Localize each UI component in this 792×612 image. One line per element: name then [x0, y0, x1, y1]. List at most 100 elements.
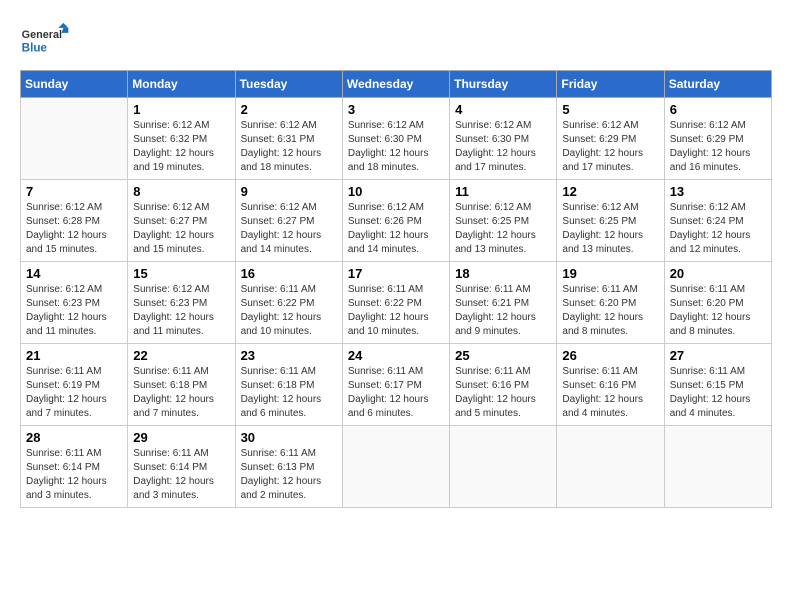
day-info: Sunrise: 6:11 AMSunset: 6:14 PMDaylight:…: [133, 447, 229, 503]
day-info: Sunrise: 6:11 AMSunset: 6:19 PMDaylight:…: [26, 365, 122, 421]
day-info: Sunrise: 6:12 AMSunset: 6:29 PMDaylight:…: [562, 119, 658, 175]
day-info: Sunrise: 6:11 AMSunset: 6:16 PMDaylight:…: [562, 365, 658, 421]
day-number: 27: [670, 348, 766, 363]
calendar-cell: 10Sunrise: 6:12 AMSunset: 6:26 PMDayligh…: [342, 180, 449, 262]
day-number: 29: [133, 430, 229, 445]
weekday-header: Tuesday: [235, 71, 342, 98]
weekday-header: Monday: [128, 71, 235, 98]
page-header: General Blue: [20, 20, 772, 60]
calendar-cell: 23 Sunrise: 6:11 AMSunset: 6:18 PMDayligh…: [235, 344, 342, 426]
day-info: Sunrise: 6:12 AMSunset: 6:29 PMDaylight:…: [670, 119, 766, 175]
calendar-cell: 7 Sunrise: 6:12 AMSunset: 6:28 PMDaylight…: [21, 180, 128, 262]
day-number: 18: [455, 266, 551, 281]
day-number: 17: [348, 266, 444, 281]
day-info: Sunrise: 6:11 AMSunset: 6:21 PMDaylight:…: [455, 283, 551, 339]
weekday-header-row: SundayMondayTuesdayWednesdayThursdayFrid…: [21, 71, 772, 98]
calendar-week-row: 1Sunrise: 6:12 AMSunset: 6:32 PMDaylight…: [21, 98, 772, 180]
calendar-week-row: 21 Sunrise: 6:11 AMSunset: 6:19 PMDayligh…: [21, 344, 772, 426]
day-info: Sunrise: 6:11 AMSunset: 6:16 PMDaylight:…: [455, 365, 551, 421]
calendar-cell: [557, 426, 664, 508]
calendar-cell: 26 Sunrise: 6:11 AMSunset: 6:16 PMDayligh…: [557, 344, 664, 426]
weekday-header: Saturday: [664, 71, 771, 98]
calendar-cell: 19 Sunrise: 6:11 AMSunset: 6:20 PMDayligh…: [557, 262, 664, 344]
day-number: 24: [348, 348, 444, 363]
day-number: 6: [670, 102, 766, 117]
calendar-cell: 28Sunrise: 6:11 AMSunset: 6:14 PMDayligh…: [21, 426, 128, 508]
day-number: 7: [26, 184, 122, 199]
day-info: Sunrise: 6:11 AMSunset: 6:20 PMDaylight:…: [562, 283, 658, 339]
calendar-cell: 27 Sunrise: 6:11 AMSunset: 6:15 PMDayligh…: [664, 344, 771, 426]
calendar-cell: 29 Sunrise: 6:11 AMSunset: 6:14 PMDayligh…: [128, 426, 235, 508]
calendar-cell: 9 Sunrise: 6:12 AMSunset: 6:27 PMDaylight…: [235, 180, 342, 262]
day-number: 5: [562, 102, 658, 117]
weekday-header: Friday: [557, 71, 664, 98]
day-number: 21: [26, 348, 122, 363]
calendar-cell: [450, 426, 557, 508]
calendar-cell: 3 Sunrise: 6:12 AMSunset: 6:30 PMDaylight…: [342, 98, 449, 180]
day-number: 19: [562, 266, 658, 281]
day-info: Sunrise: 6:12 AMSunset: 6:27 PMDaylight:…: [241, 201, 337, 257]
svg-text:General: General: [22, 29, 62, 41]
calendar-cell: 15Sunrise: 6:12 AMSunset: 6:23 PMDayligh…: [128, 262, 235, 344]
weekday-header: Wednesday: [342, 71, 449, 98]
calendar-cell: 18 Sunrise: 6:11 AMSunset: 6:21 PMDayligh…: [450, 262, 557, 344]
day-info: Sunrise: 6:11 AMSunset: 6:20 PMDaylight:…: [670, 283, 766, 339]
day-info: Sunrise: 6:11 AMSunset: 6:18 PMDaylight:…: [241, 365, 337, 421]
svg-text:Blue: Blue: [22, 41, 48, 54]
day-number: 23: [241, 348, 337, 363]
day-number: 30: [241, 430, 337, 445]
day-number: 1: [133, 102, 229, 117]
day-info: Sunrise: 6:12 AMSunset: 6:30 PMDaylight:…: [348, 119, 444, 175]
logo: General Blue: [20, 20, 70, 60]
day-info: Sunrise: 6:12 AMSunset: 6:27 PMDaylight:…: [133, 201, 229, 257]
day-number: 22: [133, 348, 229, 363]
calendar-table: SundayMondayTuesdayWednesdayThursdayFrid…: [20, 70, 772, 508]
day-number: 25: [455, 348, 551, 363]
day-info: Sunrise: 6:12 AMSunset: 6:28 PMDaylight:…: [26, 201, 122, 257]
day-number: 8: [133, 184, 229, 199]
calendar-week-row: 28Sunrise: 6:11 AMSunset: 6:14 PMDayligh…: [21, 426, 772, 508]
day-info: Sunrise: 6:11 AMSunset: 6:22 PMDaylight:…: [241, 283, 337, 339]
calendar-cell: 14 Sunrise: 6:12 AMSunset: 6:23 PMDayligh…: [21, 262, 128, 344]
day-number: 12: [562, 184, 658, 199]
calendar-cell: [664, 426, 771, 508]
day-number: 11: [455, 184, 551, 199]
calendar-cell: [21, 98, 128, 180]
calendar-cell: 24Sunrise: 6:11 AMSunset: 6:17 PMDayligh…: [342, 344, 449, 426]
day-info: Sunrise: 6:11 AMSunset: 6:15 PMDaylight:…: [670, 365, 766, 421]
calendar-cell: 20 Sunrise: 6:11 AMSunset: 6:20 PMDayligh…: [664, 262, 771, 344]
day-number: 10: [348, 184, 444, 199]
day-number: 4: [455, 102, 551, 117]
day-info: Sunrise: 6:11 AMSunset: 6:13 PMDaylight:…: [241, 447, 337, 503]
calendar-body: 1Sunrise: 6:12 AMSunset: 6:32 PMDaylight…: [21, 98, 772, 508]
calendar-week-row: 14 Sunrise: 6:12 AMSunset: 6:23 PMDayligh…: [21, 262, 772, 344]
calendar-cell: 21 Sunrise: 6:11 AMSunset: 6:19 PMDayligh…: [21, 344, 128, 426]
day-info: Sunrise: 6:12 AMSunset: 6:24 PMDaylight:…: [670, 201, 766, 257]
calendar-cell: 22 Sunrise: 6:11 AMSunset: 6:18 PMDayligh…: [128, 344, 235, 426]
calendar-cell: 6 Sunrise: 6:12 AMSunset: 6:29 PMDaylight…: [664, 98, 771, 180]
day-info: Sunrise: 6:12 AMSunset: 6:25 PMDaylight:…: [455, 201, 551, 257]
day-number: 2: [241, 102, 337, 117]
day-info: Sunrise: 6:12 AMSunset: 6:30 PMDaylight:…: [455, 119, 551, 175]
day-number: 14: [26, 266, 122, 281]
calendar-cell: 17 Sunrise: 6:11 AMSunset: 6:22 PMDayligh…: [342, 262, 449, 344]
day-number: 3: [348, 102, 444, 117]
day-number: 20: [670, 266, 766, 281]
day-number: 16: [241, 266, 337, 281]
calendar-week-row: 7 Sunrise: 6:12 AMSunset: 6:28 PMDaylight…: [21, 180, 772, 262]
calendar-header: SundayMondayTuesdayWednesdayThursdayFrid…: [21, 71, 772, 98]
calendar-cell: 30 Sunrise: 6:11 AMSunset: 6:13 PMDayligh…: [235, 426, 342, 508]
calendar-cell: 2Sunrise: 6:12 AMSunset: 6:31 PMDaylight…: [235, 98, 342, 180]
calendar-cell: [342, 426, 449, 508]
day-info: Sunrise: 6:11 AMSunset: 6:22 PMDaylight:…: [348, 283, 444, 339]
day-info: Sunrise: 6:12 AMSunset: 6:23 PMDaylight:…: [133, 283, 229, 339]
day-info: Sunrise: 6:11 AMSunset: 6:18 PMDaylight:…: [133, 365, 229, 421]
day-info: Sunrise: 6:11 AMSunset: 6:14 PMDaylight:…: [26, 447, 122, 503]
day-number: 9: [241, 184, 337, 199]
day-info: Sunrise: 6:12 AMSunset: 6:23 PMDaylight:…: [26, 283, 122, 339]
calendar-cell: 8 Sunrise: 6:12 AMSunset: 6:27 PMDaylight…: [128, 180, 235, 262]
calendar-cell: 16 Sunrise: 6:11 AMSunset: 6:22 PMDayligh…: [235, 262, 342, 344]
weekday-header: Sunday: [21, 71, 128, 98]
calendar-cell: 5 Sunrise: 6:12 AMSunset: 6:29 PMDaylight…: [557, 98, 664, 180]
day-number: 26: [562, 348, 658, 363]
